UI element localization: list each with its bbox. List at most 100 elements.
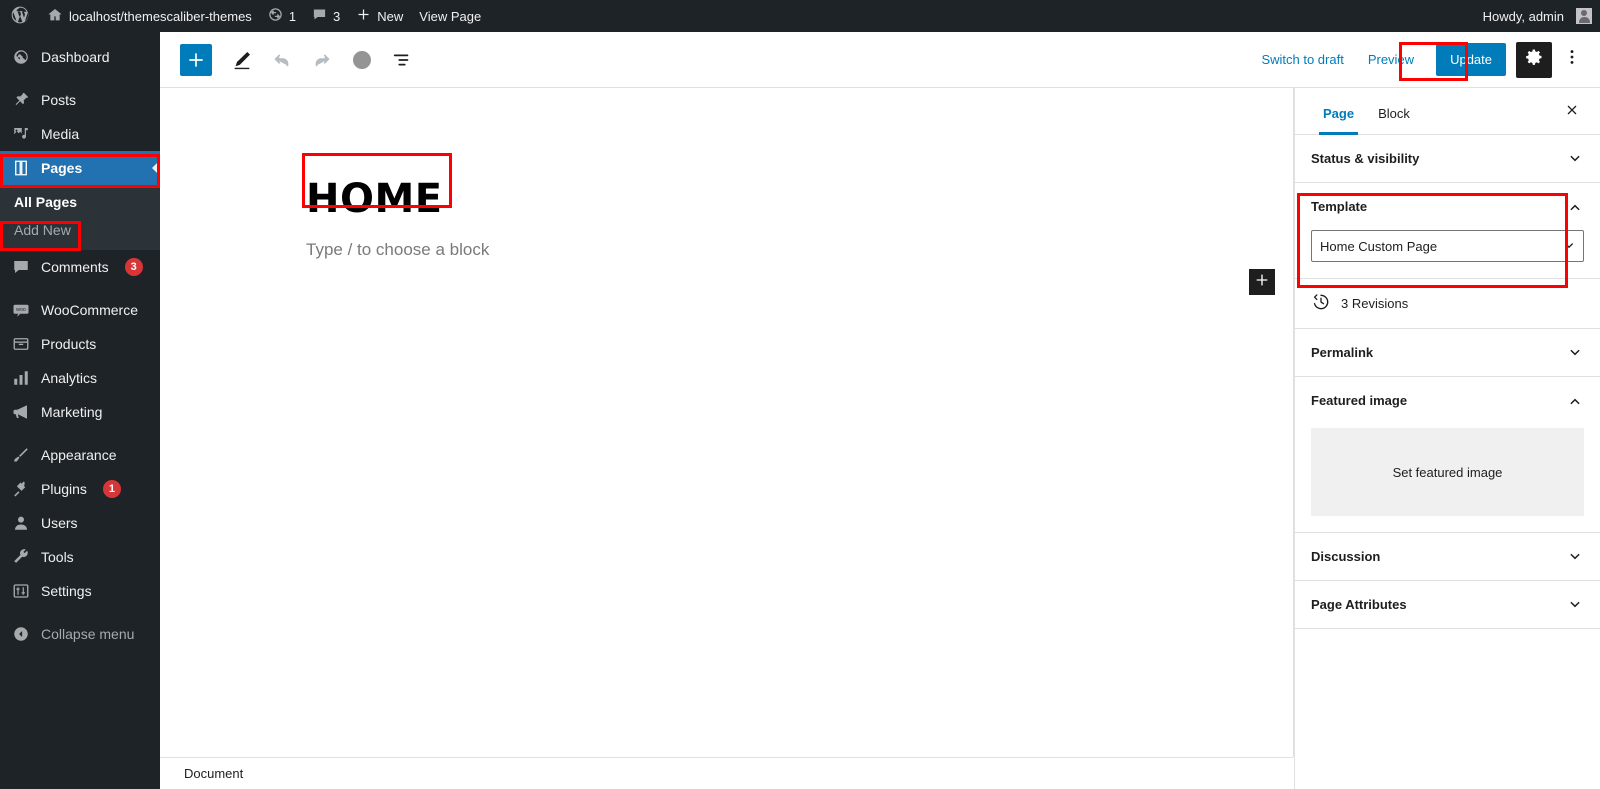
submenu-item-add-new[interactable]: Add New — [0, 216, 160, 244]
preview-button[interactable]: Preview — [1356, 46, 1426, 73]
updates-button[interactable]: 1 — [260, 0, 304, 32]
sidebar-item-tools[interactable]: Tools — [0, 540, 160, 574]
paintbrush-icon — [11, 445, 31, 465]
redo-button[interactable] — [304, 42, 340, 78]
panel-title: Featured image — [1311, 393, 1408, 408]
close-icon — [1564, 102, 1580, 123]
list-view-button[interactable] — [384, 42, 420, 78]
panel-header-featured-image[interactable]: Featured image — [1295, 377, 1600, 424]
submenu-item-all-pages[interactable]: All Pages — [0, 188, 160, 216]
tools-button[interactable] — [224, 42, 260, 78]
sidebar-item-settings[interactable]: Settings — [0, 574, 160, 608]
template-select[interactable]: Home Custom Page — [1311, 230, 1584, 262]
tab-page[interactable]: Page — [1311, 106, 1366, 135]
sidebar-item-label: Marketing — [41, 404, 103, 420]
wordpress-logo-icon — [10, 5, 30, 28]
pages-submenu: All Pages Add New — [0, 185, 160, 250]
settings-button[interactable] — [1516, 41, 1552, 78]
site-name-label: localhost/themescaliber-themes — [69, 8, 252, 24]
set-featured-image-button[interactable]: Set featured image — [1311, 428, 1584, 516]
admin-sidebar-menu: Dashboard Posts Media Pages All Pages Ad… — [0, 32, 160, 789]
panel-header-status-and-visibility[interactable]: Status & visibility — [1295, 135, 1600, 182]
sidebar-item-appearance[interactable]: Appearance — [0, 438, 160, 472]
sidebar-item-label: Appearance — [41, 447, 117, 463]
panel-body-featured-image: Set featured image — [1295, 428, 1600, 532]
panel-featured-image: Featured image Set featured image — [1295, 377, 1600, 533]
megaphone-icon — [11, 402, 31, 422]
panel-header-permalink[interactable]: Permalink — [1295, 329, 1600, 376]
site-name-button[interactable]: localhost/themescaliber-themes — [39, 0, 260, 32]
sidebar-item-label: Media — [41, 126, 80, 142]
list-view-icon — [391, 49, 413, 71]
howdy-label: Howdy, admin — [1482, 8, 1564, 24]
current-menu-arrow-icon — [152, 160, 160, 176]
media-icon — [11, 124, 31, 144]
chevron-up-icon — [1566, 392, 1584, 410]
panel-title: Status & visibility — [1311, 151, 1420, 166]
undo-arrow-icon — [271, 49, 293, 71]
close-sidebar-button[interactable] — [1556, 96, 1588, 128]
template-select-wrapper: Home Custom Page — [1311, 230, 1584, 262]
sliders-icon — [11, 581, 31, 601]
admin-bar: localhost/themescaliber-themes 1 3 New V… — [0, 0, 1600, 32]
panel-title: Permalink — [1311, 345, 1374, 360]
post-title[interactable]: HOME — [306, 176, 443, 222]
sidebar-item-dashboard[interactable]: Dashboard — [0, 40, 160, 74]
sidebar-item-users[interactable]: Users — [0, 506, 160, 540]
editor-header-toolbar: Switch to draft Preview Update — [160, 32, 1600, 88]
updates-icon — [268, 7, 283, 25]
sidebar-item-comments[interactable]: Comments 3 — [0, 250, 160, 284]
view-page-button[interactable]: View Page — [411, 0, 489, 32]
sidebar-item-analytics[interactable]: Analytics — [0, 361, 160, 395]
pages-icon — [11, 158, 31, 178]
details-button[interactable] — [344, 42, 380, 78]
comments-button[interactable]: 3 — [304, 0, 348, 32]
chevron-down-icon — [1566, 596, 1584, 614]
new-content-button[interactable]: New — [348, 0, 411, 32]
panel-status-and-visibility: Status & visibility — [1295, 135, 1600, 183]
menu-separator — [0, 608, 160, 617]
panel-body-template: Home Custom Page — [1295, 230, 1600, 278]
panel-title: Discussion — [1311, 549, 1381, 564]
sidebar-item-posts[interactable]: Posts — [0, 83, 160, 117]
sidebar-item-label: Analytics — [41, 370, 98, 386]
chevron-down-icon — [1566, 548, 1584, 566]
sidebar-item-label: Comments — [41, 259, 109, 275]
sidebar-item-label: Settings — [41, 583, 92, 599]
add-block-button[interactable] — [180, 43, 212, 76]
revisions-link[interactable]: 3 Revisions — [1295, 279, 1600, 328]
panel-header-page-attributes[interactable]: Page Attributes — [1295, 581, 1600, 628]
sidebar-item-woocommerce[interactable]: woo WooCommerce — [0, 293, 160, 327]
breadcrumb[interactable]: Document — [184, 766, 243, 781]
more-options-button[interactable] — [1556, 42, 1588, 78]
undo-button[interactable] — [264, 42, 300, 78]
sidebar-item-plugins[interactable]: Plugins 1 — [0, 472, 160, 506]
panel-revisions: 3 Revisions — [1295, 279, 1600, 329]
panel-permalink: Permalink — [1295, 329, 1600, 377]
block-appender-button[interactable] — [1249, 269, 1275, 295]
pin-icon — [11, 90, 31, 110]
switch-to-draft-button[interactable]: Switch to draft — [1249, 46, 1355, 73]
update-button[interactable]: Update — [1436, 43, 1506, 76]
settings-sidebar: Page Block Status & visibility Template — [1294, 88, 1600, 789]
menu-separator — [0, 284, 160, 293]
products-icon — [11, 334, 31, 354]
howdy-account-button[interactable]: Howdy, admin — [1475, 0, 1600, 32]
revisions-label: 3 Revisions — [1341, 296, 1409, 311]
sidebar-item-pages[interactable]: Pages — [0, 151, 160, 185]
user-icon — [11, 513, 31, 533]
collapse-menu-button[interactable]: Collapse menu — [0, 617, 160, 651]
revision-clock-icon — [1311, 292, 1331, 315]
sidebar-item-label: Tools — [41, 549, 74, 565]
editor-canvas[interactable]: HOME Type / to choose a block — [160, 88, 1293, 757]
default-block-placeholder[interactable]: Type / to choose a block — [306, 240, 489, 260]
sidebar-tabs: Page Block — [1295, 88, 1600, 135]
tab-block[interactable]: Block — [1366, 106, 1422, 134]
sidebar-item-products[interactable]: Products — [0, 327, 160, 361]
panel-header-discussion[interactable]: Discussion — [1295, 533, 1600, 580]
wordpress-logo-button[interactable] — [0, 0, 39, 32]
sidebar-item-marketing[interactable]: Marketing — [0, 395, 160, 429]
sidebar-item-media[interactable]: Media — [0, 117, 160, 151]
editor-header-actions: Switch to draft Preview Update — [1249, 41, 1588, 78]
panel-header-template[interactable]: Template — [1295, 183, 1600, 230]
